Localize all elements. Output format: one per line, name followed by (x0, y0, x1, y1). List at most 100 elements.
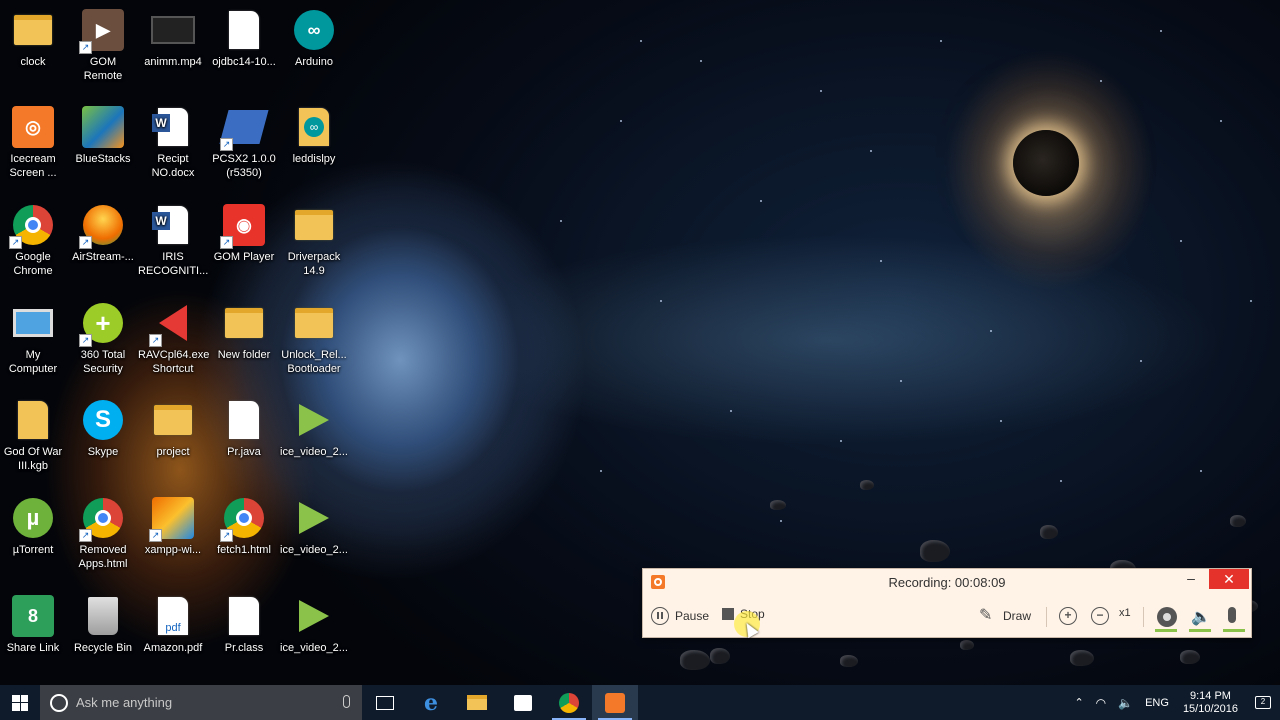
clock-button[interactable]: 9:14 PM 15/10/2016 (1175, 690, 1246, 716)
desktop-icon[interactable]: clock (0, 8, 68, 69)
desktop-icon[interactable]: W Recipt NO.docx (138, 105, 208, 180)
desktop-icon[interactable]: My Computer (0, 301, 68, 376)
network-button[interactable]: ◠ (1090, 696, 1112, 710)
icecream-taskbar-button[interactable] (592, 685, 638, 720)
desktop-icon-label: Share Link (6, 642, 60, 654)
show-hidden-icons-button[interactable]: ⌃ (1068, 696, 1089, 709)
star (1180, 240, 1182, 242)
webcam-level (1155, 629, 1177, 632)
pause-button[interactable]: Pause (651, 607, 709, 625)
desktop-icon[interactable]: fetch1.html (209, 496, 279, 557)
zoom-in-icon: + (1059, 607, 1077, 625)
desktop-icon[interactable]: +360 Total Security (68, 301, 138, 376)
desktop-icon[interactable]: pdf Amazon.pdf (138, 594, 208, 655)
word-doc-icon: W (151, 105, 195, 149)
desktop-icon-label: Recipt NO.docx (151, 153, 195, 179)
star (880, 260, 882, 262)
desktop-icon[interactable]: ∞ Arduino (279, 8, 349, 69)
zoom-level: x1 (1119, 607, 1131, 619)
desktop-icon-label: Driverpack 14.9 (287, 251, 341, 277)
toolbar-divider (1143, 607, 1144, 627)
icecream-icon: ◎ (11, 105, 55, 149)
wallpaper-sun (1013, 130, 1079, 196)
minimize-button[interactable]: – (1181, 571, 1201, 589)
star (1000, 420, 1002, 422)
desktop-icon[interactable]: Pr.java (209, 398, 279, 459)
desktop-icon[interactable]: Recycle Bin (68, 594, 138, 655)
folder-icon (151, 398, 195, 442)
desktop-icon[interactable]: animm.mp4 (138, 8, 208, 69)
desktop-icon-label: GOM Player (213, 251, 275, 263)
desktop-icon[interactable]: ojdbc14-10... (209, 8, 279, 69)
action-center-button[interactable]: 2 (1246, 685, 1280, 720)
desktop-icon[interactable]: ◎ Icecream Screen ... (0, 105, 68, 180)
star (600, 470, 602, 472)
draw-button[interactable]: ✎ Draw (979, 607, 1031, 625)
store-button[interactable] (500, 685, 546, 720)
desktop-icon[interactable]: W IRIS RECOGNITI... (138, 203, 208, 278)
desktop-icon[interactable]: ◉ GOM Player (209, 203, 279, 264)
webm-icon (292, 594, 336, 638)
desktop-icon[interactable]: Google Chrome (0, 203, 68, 278)
desktop-icon-label: RAVCpl64.exe Shortcut (138, 349, 210, 375)
zoom-in-button[interactable]: + (1059, 607, 1077, 625)
desktop-icon[interactable]: ice_video_2... (279, 594, 349, 655)
star (900, 380, 902, 382)
desktop-icon[interactable]: 8 Share Link (0, 594, 68, 655)
desktop-icon[interactable]: ▶GOM Remote (68, 8, 138, 83)
desktop-icon-label: GOM Remote (83, 56, 123, 82)
desktop-icon[interactable]: project (138, 398, 208, 459)
desktop-icon[interactable]: Unlock_Rel... Bootloader (279, 301, 349, 376)
desktop-icon-label: ice_video_2... (280, 642, 348, 654)
chrome-taskbar-button[interactable] (546, 685, 592, 720)
volume-button[interactable]: 🔈 (1112, 696, 1139, 710)
folder-icon (222, 301, 266, 345)
asteroid (840, 655, 858, 667)
close-button[interactable]: ✕ (1209, 569, 1249, 589)
star (820, 90, 822, 92)
desktop-icon-label: Icecream Screen ... (9, 153, 57, 179)
asteroid (1180, 650, 1200, 664)
store-icon (514, 694, 532, 711)
star (660, 300, 662, 302)
desktop-icon[interactable]: S Skype (68, 398, 138, 459)
microphone-icon[interactable] (343, 695, 350, 708)
cortana-icon (50, 693, 68, 712)
edge-button[interactable]: e (408, 685, 454, 720)
desktop-icon[interactable]: God Of War III.kgb (0, 398, 68, 473)
language-button[interactable]: ENG (1139, 697, 1175, 709)
system-audio-button[interactable]: 🔈 (1191, 607, 1211, 627)
chrome-icon (220, 496, 266, 542)
desktop-icon[interactable]: ice_video_2... (279, 496, 349, 557)
star (840, 440, 842, 442)
task-view-button[interactable] (362, 685, 408, 720)
start-button[interactable] (0, 685, 40, 720)
zoom-out-button[interactable]: − (1091, 607, 1109, 625)
microphone-button[interactable] (1228, 607, 1236, 623)
star (780, 520, 782, 522)
desktop-icon[interactable]: Pr.class (209, 594, 279, 655)
asteroid (1070, 650, 1094, 666)
desktop-icon[interactable]: BlueStacks (68, 105, 138, 166)
desktop-icon[interactable]: Driverpack 14.9 (279, 203, 349, 278)
desktop-icon-label: ice_video_2... (280, 544, 348, 556)
desktop-icon[interactable]: ∞ leddislpy (279, 105, 349, 166)
video-file-icon (151, 8, 195, 52)
desktop-icon[interactable]: µ µTorrent (0, 496, 68, 557)
desktop-icon[interactable]: RAVCpl64.exe Shortcut (138, 301, 210, 376)
webcam-button[interactable] (1157, 607, 1177, 627)
file-explorer-button[interactable] (454, 685, 500, 720)
desktop-icon[interactable]: Removed Apps.html (68, 496, 138, 571)
audio-level (1189, 629, 1211, 632)
installer-icon (149, 496, 195, 542)
desktop-icon[interactable]: xampp-wi... (138, 496, 208, 557)
desktop-icon-label: leddislpy (292, 153, 336, 165)
gom-player-icon: ◉ (220, 203, 266, 249)
desktop-icon[interactable]: PCSX2 1.0.0 (r5350) (209, 105, 279, 180)
desktop-icon[interactable]: AirStream-... (68, 203, 138, 264)
desktop-icon[interactable]: ice_video_2... (279, 398, 349, 459)
star (640, 40, 642, 42)
desktop-icon[interactable]: New folder (209, 301, 279, 362)
cortana-search-box[interactable]: Ask me anything (40, 685, 362, 720)
desktop-icon-label: fetch1.html (217, 544, 271, 556)
